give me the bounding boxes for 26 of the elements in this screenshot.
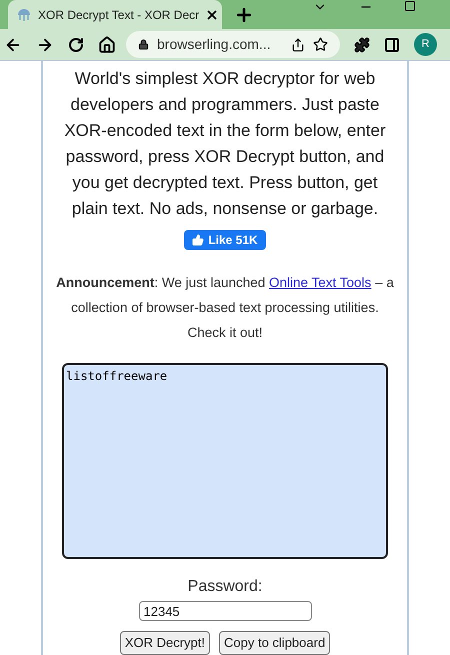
browser-tab[interactable]: XOR Decrypt Text - XOR Decr	[8, 0, 222, 29]
profile-avatar[interactable]: R	[414, 33, 437, 56]
intro-paragraph: World's simplest XOR decryptor for web developers and programmers. Just paste XOR-encoded text in the form below, enter password, press XOR Decrypt button, and you get decrypted text. Press button, get plain text. No ads, nonsense or garbage.	[63, 68, 387, 220]
maximize-icon[interactable]	[404, 0, 416, 12]
like-button[interactable]: Like 51K	[184, 230, 266, 250]
action-button[interactable]: Copy to clipboard	[219, 631, 330, 655]
action-button[interactable]: XOR Decrypt!	[120, 631, 210, 655]
jellyfish-icon	[16, 8, 32, 20]
bookmark-star-icon[interactable]	[313, 37, 328, 52]
announcement-text: Announcement: We just launched Online Text Tools – a collection of browser-based text processing utilities. Check it out!	[55, 274, 395, 342]
share-icon[interactable]	[291, 38, 305, 52]
reload-icon[interactable]	[68, 36, 84, 52]
address-bar[interactable]: browserling.com...	[126, 31, 340, 58]
thumbs-up-icon	[192, 234, 204, 246]
online-text-tools-link[interactable]: Online Text Tools	[269, 275, 372, 290]
new-tab-icon[interactable]	[234, 5, 254, 25]
home-icon[interactable]	[98, 36, 116, 54]
password-field[interactable]: 12345	[138, 601, 312, 621]
url-text: browserling.com...	[157, 35, 272, 54]
password-label: Password:	[188, 577, 262, 597]
close-icon[interactable]	[205, 8, 220, 22]
side-panel-icon[interactable]	[384, 36, 400, 52]
extensions-icon[interactable]	[354, 36, 370, 52]
tab-title: XOR Decrypt Text - XOR Decr	[38, 6, 200, 24]
lock-icon	[138, 39, 149, 50]
input-textarea[interactable]: listoffreeware	[62, 363, 388, 559]
